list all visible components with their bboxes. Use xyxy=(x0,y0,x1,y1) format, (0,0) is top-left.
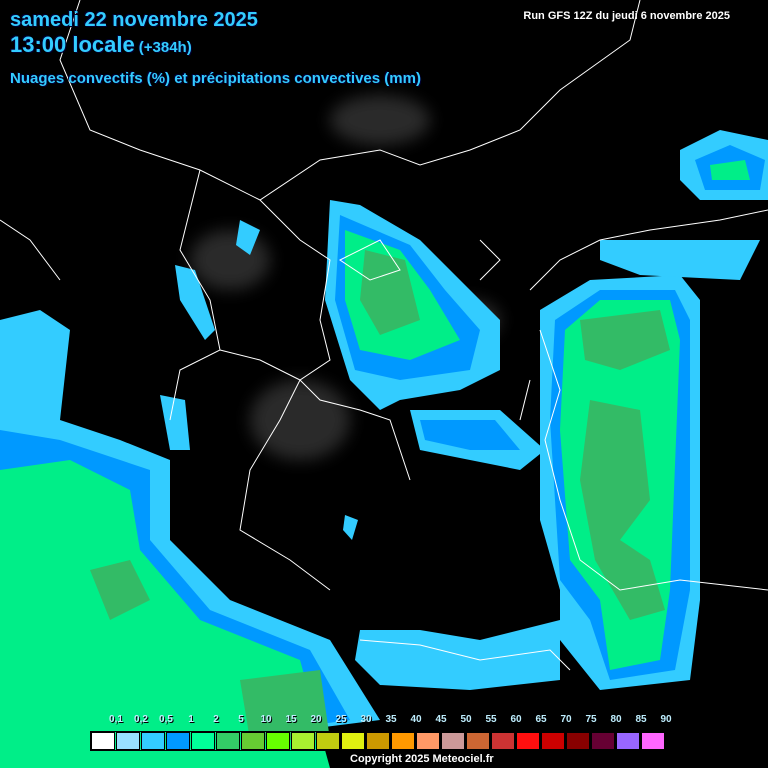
legend-swatch xyxy=(266,732,290,750)
copyright: Copyright 2025 Meteociel.fr xyxy=(350,753,494,765)
legend-swatch xyxy=(141,732,165,750)
legend-label: 25 xyxy=(335,714,347,725)
local-time: 13:00 locale xyxy=(10,32,135,57)
legend-swatch xyxy=(241,732,265,750)
legend-label: 20 xyxy=(310,714,322,725)
legend-swatch xyxy=(216,732,240,750)
legend-swatch xyxy=(591,732,615,750)
legend-swatch xyxy=(91,732,115,750)
forecast-date: samedi 22 novembre 2025 xyxy=(10,9,258,31)
weather-map-view: samedi 22 novembre 2025 13:00 locale (+38… xyxy=(0,0,768,768)
legend-label: 15 xyxy=(285,714,297,725)
model-run-info: Run GFS 12Z du jeudi 6 novembre 2025 xyxy=(523,10,730,22)
legend-label: 80 xyxy=(610,714,622,725)
legend-label: 65 xyxy=(535,714,547,725)
legend-label: 40 xyxy=(410,714,422,725)
legend-label: 2 xyxy=(213,714,219,725)
legend-swatch xyxy=(366,732,390,750)
legend-swatch xyxy=(616,732,640,750)
legend-swatch xyxy=(116,732,140,750)
legend-swatch xyxy=(391,732,415,750)
legend-label: 10 xyxy=(260,714,272,725)
legend-swatch xyxy=(191,732,215,750)
convective-precip-map xyxy=(0,0,768,768)
legend-swatch xyxy=(291,732,315,750)
legend-label: 45 xyxy=(435,714,447,725)
map-subtitle: Nuages convectifs (%) et précipitations … xyxy=(10,70,421,87)
legend-swatch xyxy=(641,732,665,750)
precip-west xyxy=(0,310,380,768)
legend-swatch xyxy=(491,732,515,750)
legend-swatch xyxy=(566,732,590,750)
forecast-time: 13:00 locale (+384h) xyxy=(10,32,192,58)
legend-label: 5 xyxy=(238,714,244,725)
legend-label: 60 xyxy=(510,714,522,725)
legend-label: 75 xyxy=(585,714,597,725)
legend-swatch xyxy=(166,732,190,750)
legend-label: 35 xyxy=(385,714,397,725)
legend-labels: 0,1 0,2 0,5 1 2 5 10 15 20 25 30 35 40 45 50 55 60 65 70 75… xyxy=(0,714,768,728)
color-legend xyxy=(90,731,667,751)
legend-swatch xyxy=(441,732,465,750)
legend-label: 85 xyxy=(635,714,647,725)
legend-swatch xyxy=(316,732,340,750)
legend-swatch xyxy=(466,732,490,750)
legend-label: 0,1 xyxy=(109,714,123,725)
legend-label: 55 xyxy=(485,714,497,725)
legend-label: 70 xyxy=(560,714,572,725)
legend-label: 1 xyxy=(188,714,194,725)
legend-swatch xyxy=(341,732,365,750)
legend-label: 0,5 xyxy=(159,714,173,725)
legend-swatch xyxy=(516,732,540,750)
legend-label: 0,2 xyxy=(134,714,148,725)
legend-swatch xyxy=(541,732,565,750)
legend-label: 30 xyxy=(360,714,372,725)
legend-label: 90 xyxy=(660,714,672,725)
lead-time: (+384h) xyxy=(138,39,192,56)
legend-swatch xyxy=(416,732,440,750)
legend-label: 50 xyxy=(460,714,472,725)
